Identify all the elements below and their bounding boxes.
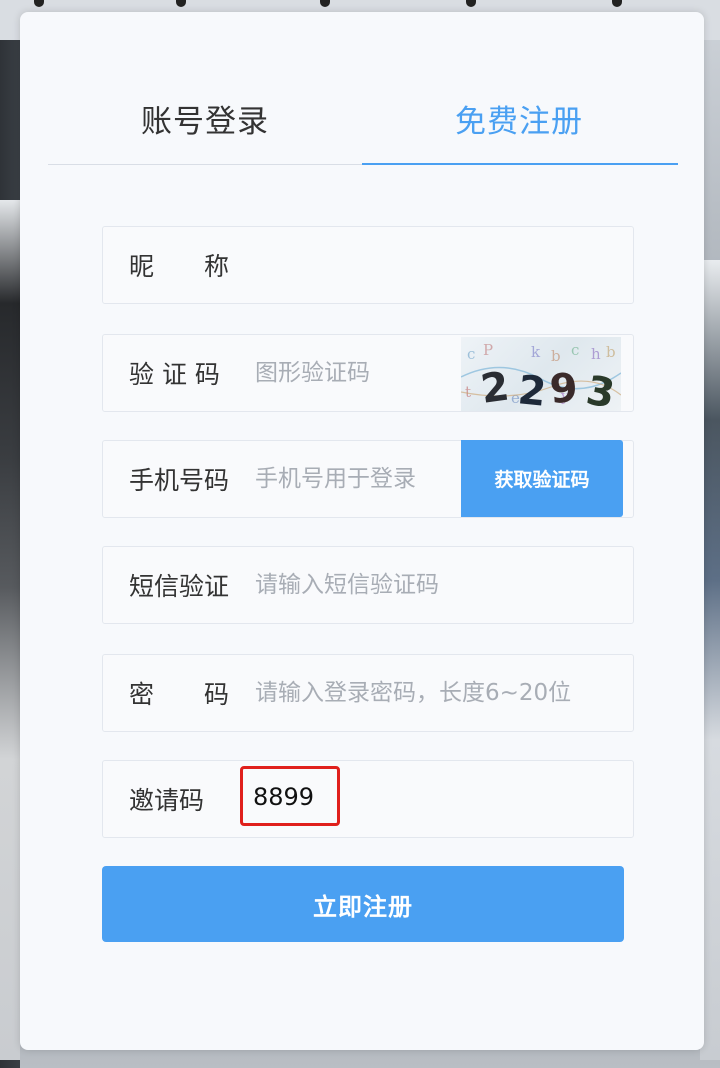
svg-text:P: P bbox=[483, 341, 493, 359]
svg-text:b: b bbox=[606, 343, 616, 361]
svg-text:c: c bbox=[467, 345, 475, 363]
svg-text:t: t bbox=[465, 383, 471, 401]
invite-code-input[interactable] bbox=[253, 773, 333, 821]
nickname-label: 昵 称 bbox=[129, 252, 230, 281]
password-field: 密 码 bbox=[102, 654, 634, 732]
captcha-glyph: 3 bbox=[583, 368, 618, 411]
active-tab-indicator bbox=[362, 163, 678, 165]
background-left-edge bbox=[0, 200, 20, 1060]
captcha-glyph: 2 bbox=[516, 367, 548, 411]
invite-code-label: 邀请码 bbox=[129, 786, 205, 815]
sms-code-field: 短信验证 bbox=[102, 546, 634, 624]
password-input[interactable] bbox=[255, 669, 615, 717]
register-card: 账号登录 免费注册 昵 称 验 证 码 c P k b c h b t e bbox=[20, 12, 704, 1050]
invite-code-field: 邀请码 bbox=[102, 760, 634, 838]
svg-text:k: k bbox=[531, 343, 541, 361]
tab-account-login[interactable]: 账号登录 bbox=[48, 72, 362, 164]
svg-text:c: c bbox=[571, 341, 579, 359]
sms-code-label: 短信验证 bbox=[129, 572, 230, 601]
captcha-glyph: 2 bbox=[478, 363, 512, 411]
captcha-image[interactable]: c P k b c h b t e y 2293 bbox=[461, 337, 621, 411]
get-sms-code-button[interactable]: 获取验证码 bbox=[461, 440, 623, 517]
svg-text:h: h bbox=[591, 345, 601, 363]
svg-text:b: b bbox=[551, 347, 561, 365]
phone-field: 手机号码 获取验证码 bbox=[102, 440, 634, 518]
register-now-button[interactable]: 立即注册 bbox=[102, 866, 624, 942]
captcha-glyph: 9 bbox=[548, 365, 579, 411]
phone-label: 手机号码 bbox=[129, 466, 230, 495]
nickname-field: 昵 称 bbox=[102, 226, 634, 304]
captcha-label: 验 证 码 bbox=[129, 360, 220, 389]
phone-input[interactable] bbox=[255, 455, 445, 503]
auth-tabs: 账号登录 免费注册 bbox=[48, 72, 678, 165]
nickname-input[interactable] bbox=[255, 241, 615, 289]
captcha-text: 2293 bbox=[478, 363, 618, 411]
captcha-field: 验 证 码 c P k b c h b t e y 22 bbox=[102, 334, 634, 412]
sms-code-input[interactable] bbox=[255, 561, 615, 609]
tab-free-register[interactable]: 免费注册 bbox=[362, 72, 676, 164]
captcha-input[interactable] bbox=[255, 349, 445, 397]
password-label: 密 码 bbox=[129, 680, 230, 709]
